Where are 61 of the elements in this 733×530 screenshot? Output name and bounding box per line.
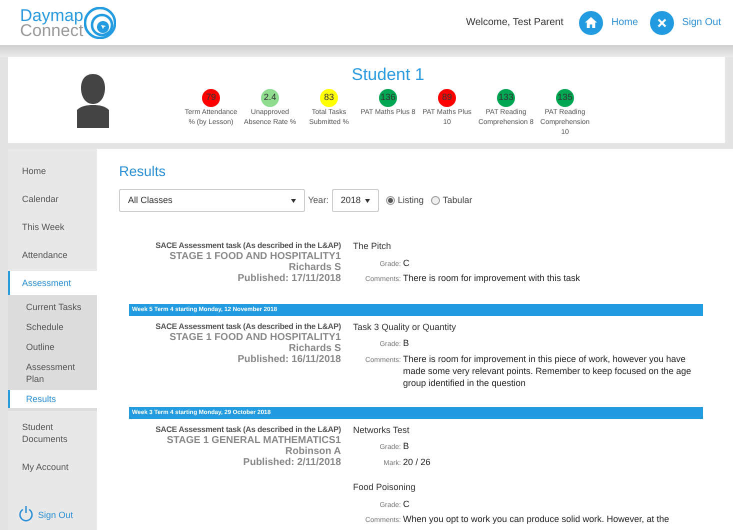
field-value: 20 / 26	[403, 456, 431, 468]
view-radio[interactable]: Tabular	[430, 194, 472, 208]
metric-badge: 136	[379, 89, 397, 107]
field-value: B	[403, 440, 410, 452]
metric-badge: 135	[556, 89, 574, 107]
published-date: Published: 2/11/2018	[243, 456, 341, 468]
task-type: SACE Assessment task (As described in the L&AP)	[156, 320, 341, 332]
published-date: Published: 17/11/2018	[238, 273, 341, 284]
sidebar-item[interactable]: Calendar	[8, 187, 97, 211]
field-value: There is room for improvement in this piece of work, however you have made some very relevant points. Remember to keep focused on the age group identified in the question	[403, 352, 692, 388]
sidebar-item[interactable]: Assessment	[8, 271, 97, 295]
task-type: SACE Assessment task (As described in the L&AP)	[156, 424, 341, 434]
metric-badge: 79	[202, 89, 220, 107]
teacher-name: Richards S	[288, 342, 341, 354]
caret-icon	[364, 198, 370, 202]
metric-badge: 2.4	[261, 89, 279, 107]
view-radio[interactable]: Listing	[386, 194, 424, 208]
header-link[interactable]: Sign Out	[650, 10, 721, 34]
class-name: STAGE 1 FOOD AND HOSPITALITY1	[170, 332, 341, 342]
sidebar-item[interactable]: Outline	[8, 338, 97, 356]
field-value: B	[403, 337, 410, 349]
class-name: STAGE 1 GENERAL MATHEMATICS1	[166, 434, 341, 446]
task-title: Networks Test	[353, 424, 410, 436]
logo-text: Daymap	[20, 8, 84, 22]
sidebar-item[interactable]: Schedule	[8, 318, 97, 336]
page-title: Results	[119, 162, 167, 181]
task-title: Task 3 Quality or Quantity	[353, 320, 458, 334]
metric-badge: 89	[438, 89, 456, 107]
teacher-name: Richards S	[288, 262, 341, 273]
welcome-text: Welcome, Test Parent	[466, 16, 564, 30]
sidebar-item[interactable]: Current Tasks	[8, 298, 97, 316]
sidebar-item[interactable]: Student Documents	[8, 415, 97, 451]
logo-icon	[84, 6, 116, 38]
year-select[interactable]: 2018	[332, 189, 379, 212]
sidebar-item[interactable]: Results	[8, 390, 97, 408]
field-value: C	[403, 498, 410, 510]
field-value: When you opt to work you can produce solid work. However, at the	[403, 513, 670, 525]
year-label: Year:	[308, 194, 329, 207]
home-icon[interactable]	[579, 10, 604, 34]
metric-badge: 83	[320, 89, 338, 107]
sidebar-item[interactable]: Assessment Plan	[8, 358, 97, 388]
class-select[interactable]: All Classes	[119, 189, 305, 212]
teacher-name: Robinson A	[285, 446, 341, 456]
close-icon[interactable]	[650, 10, 674, 34]
field-value: There is room for improvement with this task	[403, 272, 580, 284]
task-title: The Pitch	[353, 240, 392, 253]
class-name: STAGE 1 FOOD AND HOSPITALITY1	[170, 251, 341, 262]
sidebar-item[interactable]: Attendance	[8, 243, 97, 267]
field-value: C	[403, 256, 410, 268]
task-type: SACE Assessment task (As described in the L&AP)	[156, 240, 341, 251]
caret-icon	[291, 198, 296, 202]
power-icon	[18, 505, 34, 522]
metric-badge: 133	[497, 89, 515, 107]
header-link[interactable]: Home	[579, 10, 638, 34]
published-date: Published: 16/11/2018	[238, 354, 341, 364]
sidebar-item[interactable]: This Week	[8, 215, 97, 239]
logo-text: Connect	[20, 22, 84, 38]
task-title: Food Poisoning	[353, 481, 417, 494]
student-name: Student 1	[352, 65, 424, 85]
sidebar-item[interactable]: Home	[8, 159, 97, 183]
sidebar-item[interactable]: My Account	[8, 455, 97, 479]
